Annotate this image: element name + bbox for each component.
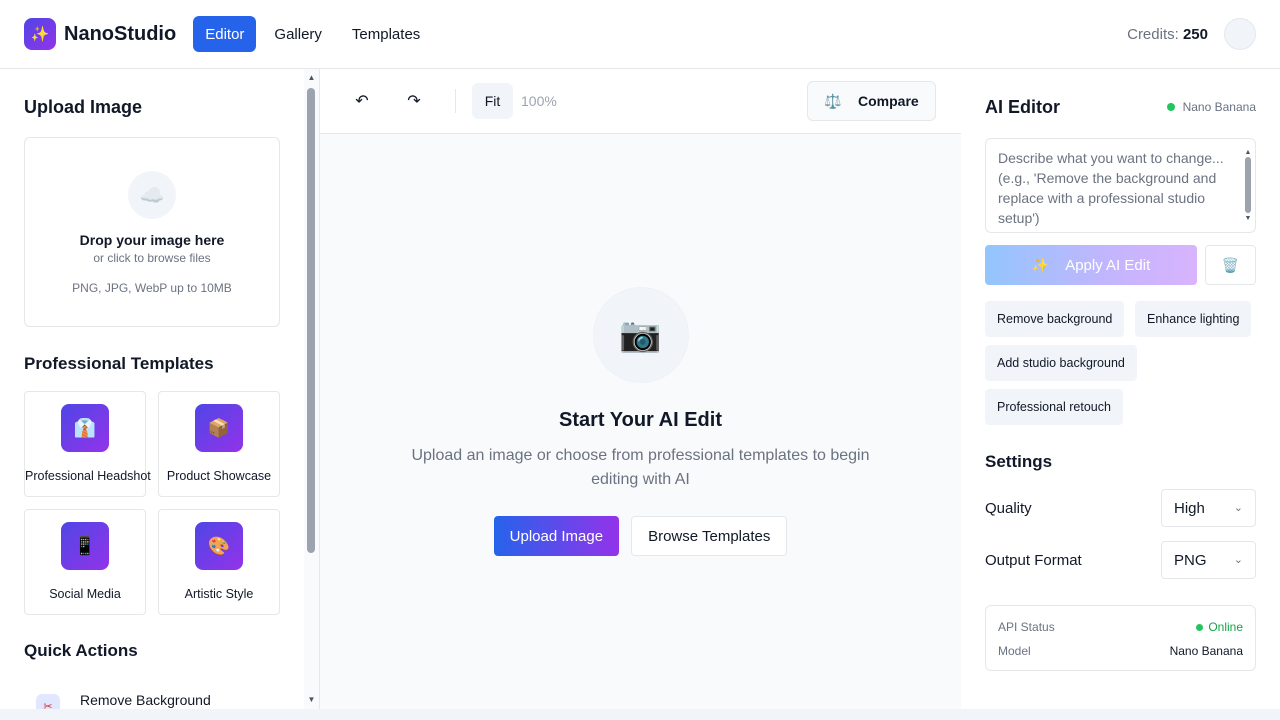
- scroll-up-arrow-icon[interactable]: ▲: [304, 71, 319, 85]
- template-label: Artistic Style: [184, 587, 254, 601]
- model-value: Nano Banana: [1169, 644, 1243, 658]
- ai-editor-panel: AI Editor Nano Banana Describe what you …: [961, 69, 1280, 709]
- output-format-setting: Output Format PNG ⌄: [985, 541, 1256, 579]
- trash-icon: 🗑️: [1221, 256, 1240, 273]
- scissors-icon: ✂: [36, 694, 60, 709]
- model-badge-label: Nano Banana: [1182, 100, 1256, 114]
- editor-canvas-area: ↶ ↷ Fit 100% ⚖️ Compare 📷 Start Your AI …: [320, 69, 961, 709]
- template-card-professional-headshot[interactable]: 👔 Professional Headshot: [24, 391, 151, 497]
- camera-icon: 📷: [592, 287, 689, 383]
- app-root: ✨ NanoStudio Editor Gallery Templates Cr…: [0, 0, 1280, 720]
- upload-image-button[interactable]: Upload Image: [493, 516, 620, 556]
- credits-display: Credits: 250: [1127, 26, 1208, 43]
- quick-actions-title: Quick Actions: [24, 641, 138, 660]
- sidebar-scrollbar[interactable]: ▲ ▼: [304, 69, 319, 709]
- apply-ai-edit-button[interactable]: ✨ Apply AI Edit: [985, 245, 1197, 285]
- template-card-product-showcase[interactable]: 📦 Product Showcase: [158, 391, 280, 497]
- package-icon: 📦: [195, 404, 243, 452]
- zoom-level: 100%: [521, 93, 557, 109]
- template-label: Product Showcase: [166, 469, 272, 483]
- clear-prompt-button[interactable]: 🗑️: [1205, 245, 1256, 285]
- api-status-value: Online: [1196, 620, 1243, 634]
- empty-state-actions: Upload Image Browse Templates: [320, 516, 961, 556]
- api-status-row: API Status Online: [998, 615, 1243, 639]
- api-status-card: API Status Online Model Nano Banana: [985, 605, 1256, 671]
- palette-icon: 🎨: [195, 522, 243, 570]
- online-dot-icon: [1196, 623, 1204, 631]
- tab-editor[interactable]: Editor: [193, 16, 257, 52]
- tab-gallery[interactable]: Gallery: [262, 16, 334, 52]
- output-format-label: Output Format: [985, 551, 1082, 569]
- top-header: ✨ NanoStudio Editor Gallery Templates Cr…: [0, 0, 1280, 69]
- template-card-artistic-style[interactable]: 🎨 Artistic Style: [158, 509, 280, 615]
- sparkles-icon: ✨: [1031, 256, 1050, 273]
- output-format-value: PNG: [1174, 551, 1207, 569]
- redo-button[interactable]: ↷: [395, 83, 433, 119]
- necktie-icon: 👔: [61, 404, 109, 452]
- compare-label: Compare: [858, 93, 919, 109]
- scale-icon: ⚖️: [824, 92, 842, 109]
- left-sidebar: Upload Image ☁️ Drop your image here or …: [0, 69, 320, 709]
- prompt-textarea[interactable]: Describe what you want to change... (e.g…: [985, 138, 1256, 233]
- phone-icon: 📱: [61, 522, 109, 570]
- ai-editor-title: AI Editor: [985, 97, 1060, 117]
- quick-action-label: Remove Background: [80, 692, 211, 708]
- dropzone-main-text: Drop your image here: [79, 232, 225, 248]
- model-row: Model Nano Banana: [998, 639, 1243, 663]
- apply-label: Apply AI Edit: [1065, 256, 1151, 274]
- quality-select[interactable]: High ⌄: [1161, 489, 1256, 527]
- scroll-down-arrow-icon[interactable]: ▼: [304, 693, 319, 707]
- chevron-down-icon: ⌄: [1233, 554, 1243, 566]
- template-card-social-media[interactable]: 📱 Social Media: [24, 509, 146, 615]
- browse-templates-button[interactable]: Browse Templates: [631, 516, 788, 556]
- undo-icon: ↶: [355, 93, 369, 110]
- upload-section-title: Upload Image: [24, 97, 143, 117]
- prompt-scrollbar[interactable]: ▲ ▼: [1243, 143, 1253, 229]
- api-status-label: API Status: [998, 620, 1055, 634]
- suggestion-chip-add-studio-background[interactable]: Add studio background: [985, 345, 1137, 381]
- tab-templates[interactable]: Templates: [340, 16, 432, 52]
- template-label: Social Media: [49, 587, 121, 601]
- undo-button[interactable]: ↶: [343, 83, 381, 119]
- suggestion-chip-remove-background[interactable]: Remove background: [985, 301, 1125, 337]
- suggestion-chip-professional-retouch[interactable]: Professional retouch: [985, 389, 1123, 425]
- credits-label: Credits:: [1127, 25, 1179, 43]
- scroll-down-arrow-icon[interactable]: ▼: [1243, 209, 1253, 229]
- image-dropzone[interactable]: ☁️ Drop your image here or click to brow…: [24, 137, 280, 327]
- empty-state-description: Upload an image or choose from professio…: [411, 447, 870, 488]
- window-bottom-edge: [0, 709, 1280, 720]
- user-avatar[interactable]: [1224, 18, 1256, 50]
- templates-section-title: Professional Templates: [24, 354, 214, 373]
- cloud-upload-icon: ☁️: [128, 171, 176, 219]
- empty-state-title: Start Your AI Edit: [559, 409, 722, 431]
- quality-value: High: [1174, 499, 1205, 517]
- scrollbar-thumb[interactable]: [307, 88, 315, 553]
- status-dot-icon: [1166, 103, 1175, 111]
- template-label: Professional Headshot: [25, 469, 151, 483]
- dropzone-formats: PNG, JPG, WebP up to 10MB: [72, 281, 232, 295]
- redo-icon: ↷: [407, 93, 421, 110]
- model-badge: Nano Banana: [1166, 100, 1256, 114]
- quality-label: Quality: [985, 499, 1032, 517]
- credits-value: 250: [1182, 25, 1208, 43]
- fit-button[interactable]: Fit: [472, 83, 513, 119]
- canvas-toolbar: ↶ ↷ Fit 100% ⚖️ Compare: [320, 69, 961, 134]
- empty-state: 📷 Start Your AI Edit Upload an image or …: [320, 287, 961, 556]
- quick-action-remove-background[interactable]: ✂ Remove Background: [24, 684, 211, 709]
- dropzone-sub-text: or click to browse files: [93, 251, 211, 265]
- scrollbar-thumb[interactable]: [1245, 157, 1251, 213]
- app-name: NanoStudio: [64, 22, 177, 45]
- output-format-select[interactable]: PNG ⌄: [1161, 541, 1256, 579]
- toolbar-divider: [455, 89, 456, 113]
- main-nav: Editor Gallery Templates: [193, 16, 432, 52]
- compare-button[interactable]: ⚖️ Compare: [807, 81, 936, 121]
- api-status-text: Online: [1208, 620, 1243, 634]
- prompt-placeholder: Describe what you want to change... (e.g…: [998, 150, 1224, 226]
- quality-setting: Quality High ⌄: [985, 489, 1256, 527]
- model-label: Model: [998, 644, 1031, 658]
- logo-icon: ✨: [24, 18, 56, 50]
- suggestion-chip-enhance-lighting[interactable]: Enhance lighting: [1135, 301, 1252, 337]
- chevron-down-icon: ⌄: [1233, 502, 1243, 514]
- settings-title: Settings: [985, 452, 1053, 471]
